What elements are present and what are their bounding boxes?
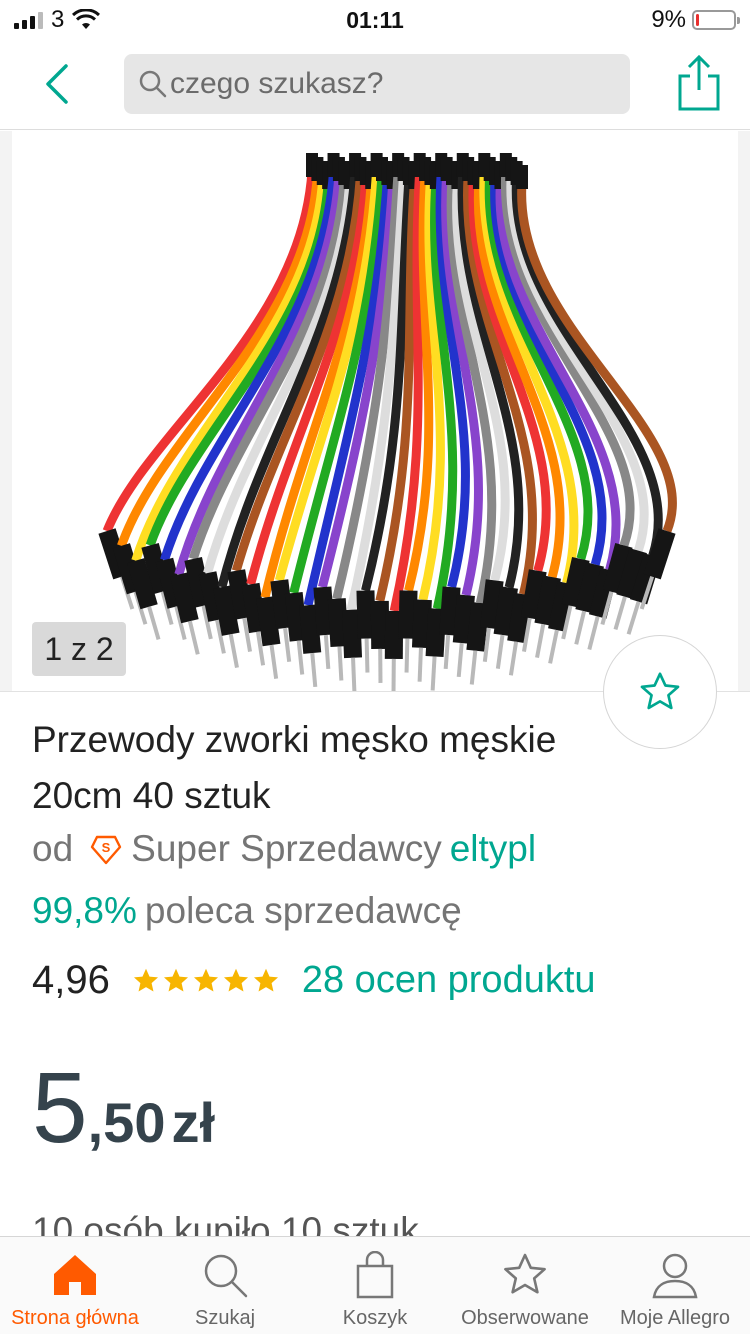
battery-group: 9% [651, 6, 740, 34]
price: 5,50 zł [32, 1058, 215, 1158]
super-seller-icon: S [90, 835, 122, 865]
search-icon [204, 1254, 248, 1298]
rating-star-icon [253, 968, 278, 991]
pin [228, 633, 239, 669]
rating-star-icon [223, 968, 248, 991]
tab-watched[interactable]: Obserwowane [450, 1237, 600, 1334]
pin [187, 620, 200, 655]
connector [643, 528, 676, 580]
pin [337, 646, 344, 681]
pin [535, 623, 546, 659]
signal-group: 3 [14, 6, 101, 34]
battery-fill [696, 14, 700, 26]
user-icon [652, 1253, 698, 1299]
pin [574, 610, 587, 645]
pin [613, 596, 627, 630]
gallery-edge-left [0, 131, 12, 691]
tab-label: Szukaj [194, 1307, 256, 1329]
status-bar: 3 01:11 9% [0, 0, 750, 40]
pin [626, 601, 641, 635]
battery-icon [692, 10, 740, 30]
pin [351, 657, 357, 691]
rating-star-icon [133, 968, 158, 991]
pin [495, 634, 505, 669]
seller-name-link[interactable]: eltypl [450, 828, 536, 870]
pin [417, 647, 423, 682]
tab-my-allegro[interactable]: Moje Allegro [600, 1237, 750, 1334]
pin [587, 616, 600, 650]
rating-star-icon [193, 968, 218, 991]
carrier-label: 3 [51, 6, 65, 33]
home-icon [54, 1255, 96, 1295]
back-button[interactable] [36, 62, 80, 106]
tab-label: Obserwowane [461, 1307, 589, 1329]
product-gallery[interactable] [12, 131, 737, 691]
share-button[interactable] [676, 54, 722, 112]
price-currency: zł [171, 1091, 216, 1154]
rating-line: 4,96 28 ocen produktu [32, 958, 596, 1003]
recommend-text: poleca sprzedawcę [144, 890, 462, 931]
pin [443, 634, 451, 670]
recommend-line: 99,8% poleca sprzedawcę [32, 890, 462, 932]
cart-icon [356, 1251, 394, 1299]
search-input[interactable] [170, 67, 610, 101]
rating-star-icon [163, 968, 188, 991]
search-bar[interactable] [124, 54, 630, 114]
pin [378, 648, 383, 683]
reviews-link[interactable]: 28 ocen produktu [302, 959, 596, 1002]
share-icon [678, 54, 720, 111]
pin [147, 606, 161, 640]
seller-line: od S Super Sprzedawcy eltypl [32, 828, 536, 870]
pin [456, 642, 464, 678]
tab-label: Moje Allegro [619, 1307, 731, 1329]
pin [391, 658, 396, 691]
tab-label: Strona główna [11, 1307, 139, 1329]
tab-home[interactable]: Strona główna [0, 1237, 150, 1334]
svg-text:S: S [102, 840, 111, 855]
rating-value: 4,96 [32, 958, 110, 1002]
gallery-edge-right [738, 131, 750, 691]
image-counter: 1 z 2 [32, 622, 126, 676]
top-connector [516, 165, 528, 189]
top-nav [0, 40, 750, 130]
bottom-tab-bar: Strona główna Szukaj Koszyk Obserwowane … [0, 1236, 750, 1334]
battery-percent: 9% [651, 6, 686, 33]
pin [323, 634, 331, 670]
price-decimal: ,50 [87, 1091, 166, 1154]
wifi-icon [72, 9, 101, 29]
tab-label: Koszyk [342, 1307, 408, 1329]
pin [430, 656, 437, 691]
clock: 01:11 [346, 6, 404, 33]
seller-badge: Super Sprzedawcy [131, 828, 442, 869]
star-icon [504, 1253, 546, 1294]
seller-prefix: od [32, 828, 74, 869]
product-title: Przewody zworki męsko męskie 20cm 40 szt… [32, 719, 557, 816]
tab-cart[interactable]: Koszyk [300, 1237, 450, 1334]
pin [269, 644, 279, 679]
pin [469, 650, 478, 685]
pin [364, 638, 370, 673]
tab-search[interactable]: Szukaj [150, 1237, 300, 1334]
rating-stars [132, 967, 280, 995]
product-image [98, 153, 677, 691]
star-outline-icon [640, 672, 680, 710]
watch-button[interactable] [603, 635, 717, 749]
search-icon [139, 70, 167, 98]
recommend-percent: 99,8% [32, 890, 137, 931]
price-integer: 5 [32, 1052, 88, 1164]
pin [548, 629, 559, 664]
pin [310, 652, 318, 688]
chevron-left-icon [46, 64, 68, 104]
signal-icon [14, 11, 43, 29]
pin [508, 641, 519, 676]
pin [404, 638, 410, 673]
